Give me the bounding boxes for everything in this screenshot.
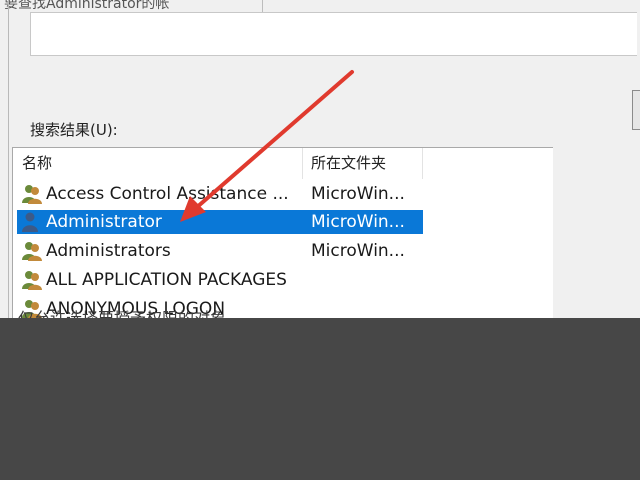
select-users-dialog: 要查找Administrator的帐 搜索结果(U): 名称 所在文件夹 Acc… [0, 0, 640, 318]
red-arrow-annotation [180, 70, 354, 222]
